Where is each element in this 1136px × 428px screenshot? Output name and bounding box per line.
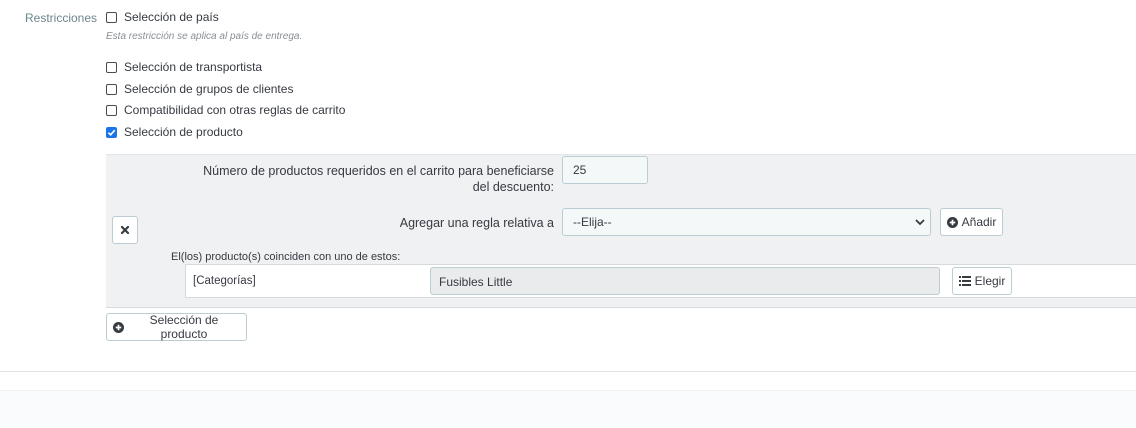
rule-value-field: Fusibles Little: [430, 267, 940, 295]
add-rule-label: Agregar una regla relativa a: [399, 216, 554, 230]
quantity-label-line2: del descuento:: [472, 180, 554, 194]
customer-groups-checkbox-label: Selección de grupos de clientes: [124, 82, 294, 96]
add-rule-button[interactable]: Añadir: [940, 208, 1003, 236]
compatibility-checkbox-label: Compatibilidad con otras reglas de carri…: [124, 103, 346, 117]
product-checkbox-row[interactable]: Selección de producto: [106, 124, 243, 140]
add-rule-select[interactable]: --Elija--: [562, 208, 931, 236]
add-product-selection-label: Selección de producto: [149, 313, 219, 341]
carrier-checkbox-row[interactable]: Selección de transportista: [106, 59, 262, 75]
customer-groups-checkbox-row[interactable]: Selección de grupos de clientes: [106, 81, 293, 97]
customer-groups-checkbox[interactable]: [106, 83, 117, 95]
product-checkbox[interactable]: [106, 126, 117, 138]
footer-area: [0, 390, 1136, 428]
compatibility-checkbox[interactable]: [106, 104, 117, 116]
chevron-down-icon: [915, 219, 925, 226]
close-icon: [120, 225, 130, 235]
section-divider: [0, 371, 1136, 372]
choose-button[interactable]: Elegir: [952, 267, 1012, 295]
remove-rule-button[interactable]: [112, 216, 138, 244]
plus-circle-icon: [946, 216, 958, 228]
country-checkbox[interactable]: [106, 11, 117, 23]
carrier-checkbox[interactable]: [106, 61, 117, 73]
add-rule-select-value: --Elija--: [573, 215, 612, 229]
country-checkbox-label: Selección de país: [124, 10, 219, 24]
add-rule-button-label: Añadir: [961, 215, 997, 229]
rule-type-text: [Categorías]: [193, 275, 256, 287]
carrier-checkbox-label: Selección de transportista: [124, 60, 263, 74]
add-product-selection-button[interactable]: Selección de producto: [106, 313, 247, 341]
restrictions-label: Restricciones: [25, 11, 98, 25]
plus-circle-icon: [113, 321, 124, 333]
compatibility-checkbox-row[interactable]: Compatibilidad con otras reglas de carri…: [106, 102, 345, 118]
country-help-text: Esta restricción se aplica al país de en…: [106, 31, 303, 42]
match-label: El(los) producto(s) coinciden con uno de…: [171, 251, 401, 263]
check-icon: [107, 129, 116, 136]
choose-button-label: Elegir: [974, 274, 1006, 288]
country-checkbox-row[interactable]: Selección de país: [106, 9, 219, 25]
quantity-input[interactable]: 25: [562, 156, 648, 184]
quantity-label-line1: Número de productos requeridos en el car…: [203, 164, 554, 178]
product-checkbox-label: Selección de producto: [124, 125, 243, 139]
list-icon: [958, 276, 971, 286]
quantity-label: Número de productos requeridos en el car…: [190, 163, 554, 195]
